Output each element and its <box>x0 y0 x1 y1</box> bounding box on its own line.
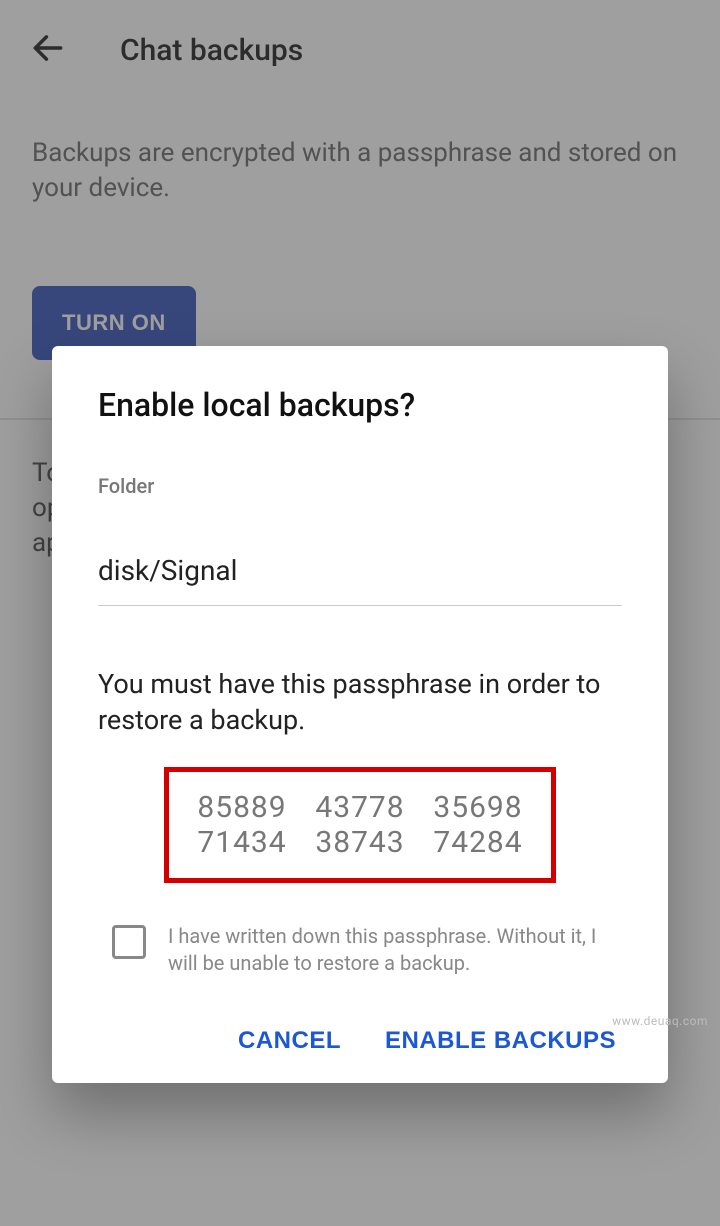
passphrase-group: 43778 <box>305 790 415 825</box>
watermark-text: www.deuaq.com <box>612 1014 708 1028</box>
passphrase-group: 85889 <box>187 790 297 825</box>
dialog-title: Enable local backups? <box>98 386 622 424</box>
confirm-checkbox[interactable] <box>112 925 146 959</box>
passphrase-instruction: You must have this passphrase in order t… <box>98 666 622 739</box>
folder-path: disk/Signal <box>98 554 622 606</box>
enable-backups-button[interactable]: ENABLE BACKUPS <box>385 1027 616 1055</box>
passphrase-box: 85889 43778 35698 71434 38743 74284 <box>164 767 556 883</box>
enable-backups-dialog: Enable local backups? Folder disk/Signal… <box>52 346 668 1083</box>
folder-label: Folder <box>98 474 622 498</box>
passphrase-group: 38743 <box>305 825 415 860</box>
confirm-row: I have written down this passphrase. Wit… <box>98 923 622 977</box>
confirm-text: I have written down this passphrase. Wit… <box>168 923 622 977</box>
dialog-actions: CANCEL ENABLE BACKUPS <box>98 1027 622 1055</box>
passphrase-group: 74284 <box>423 825 533 860</box>
passphrase-group: 35698 <box>423 790 533 825</box>
cancel-button[interactable]: CANCEL <box>238 1027 341 1055</box>
passphrase-group: 71434 <box>187 825 297 860</box>
